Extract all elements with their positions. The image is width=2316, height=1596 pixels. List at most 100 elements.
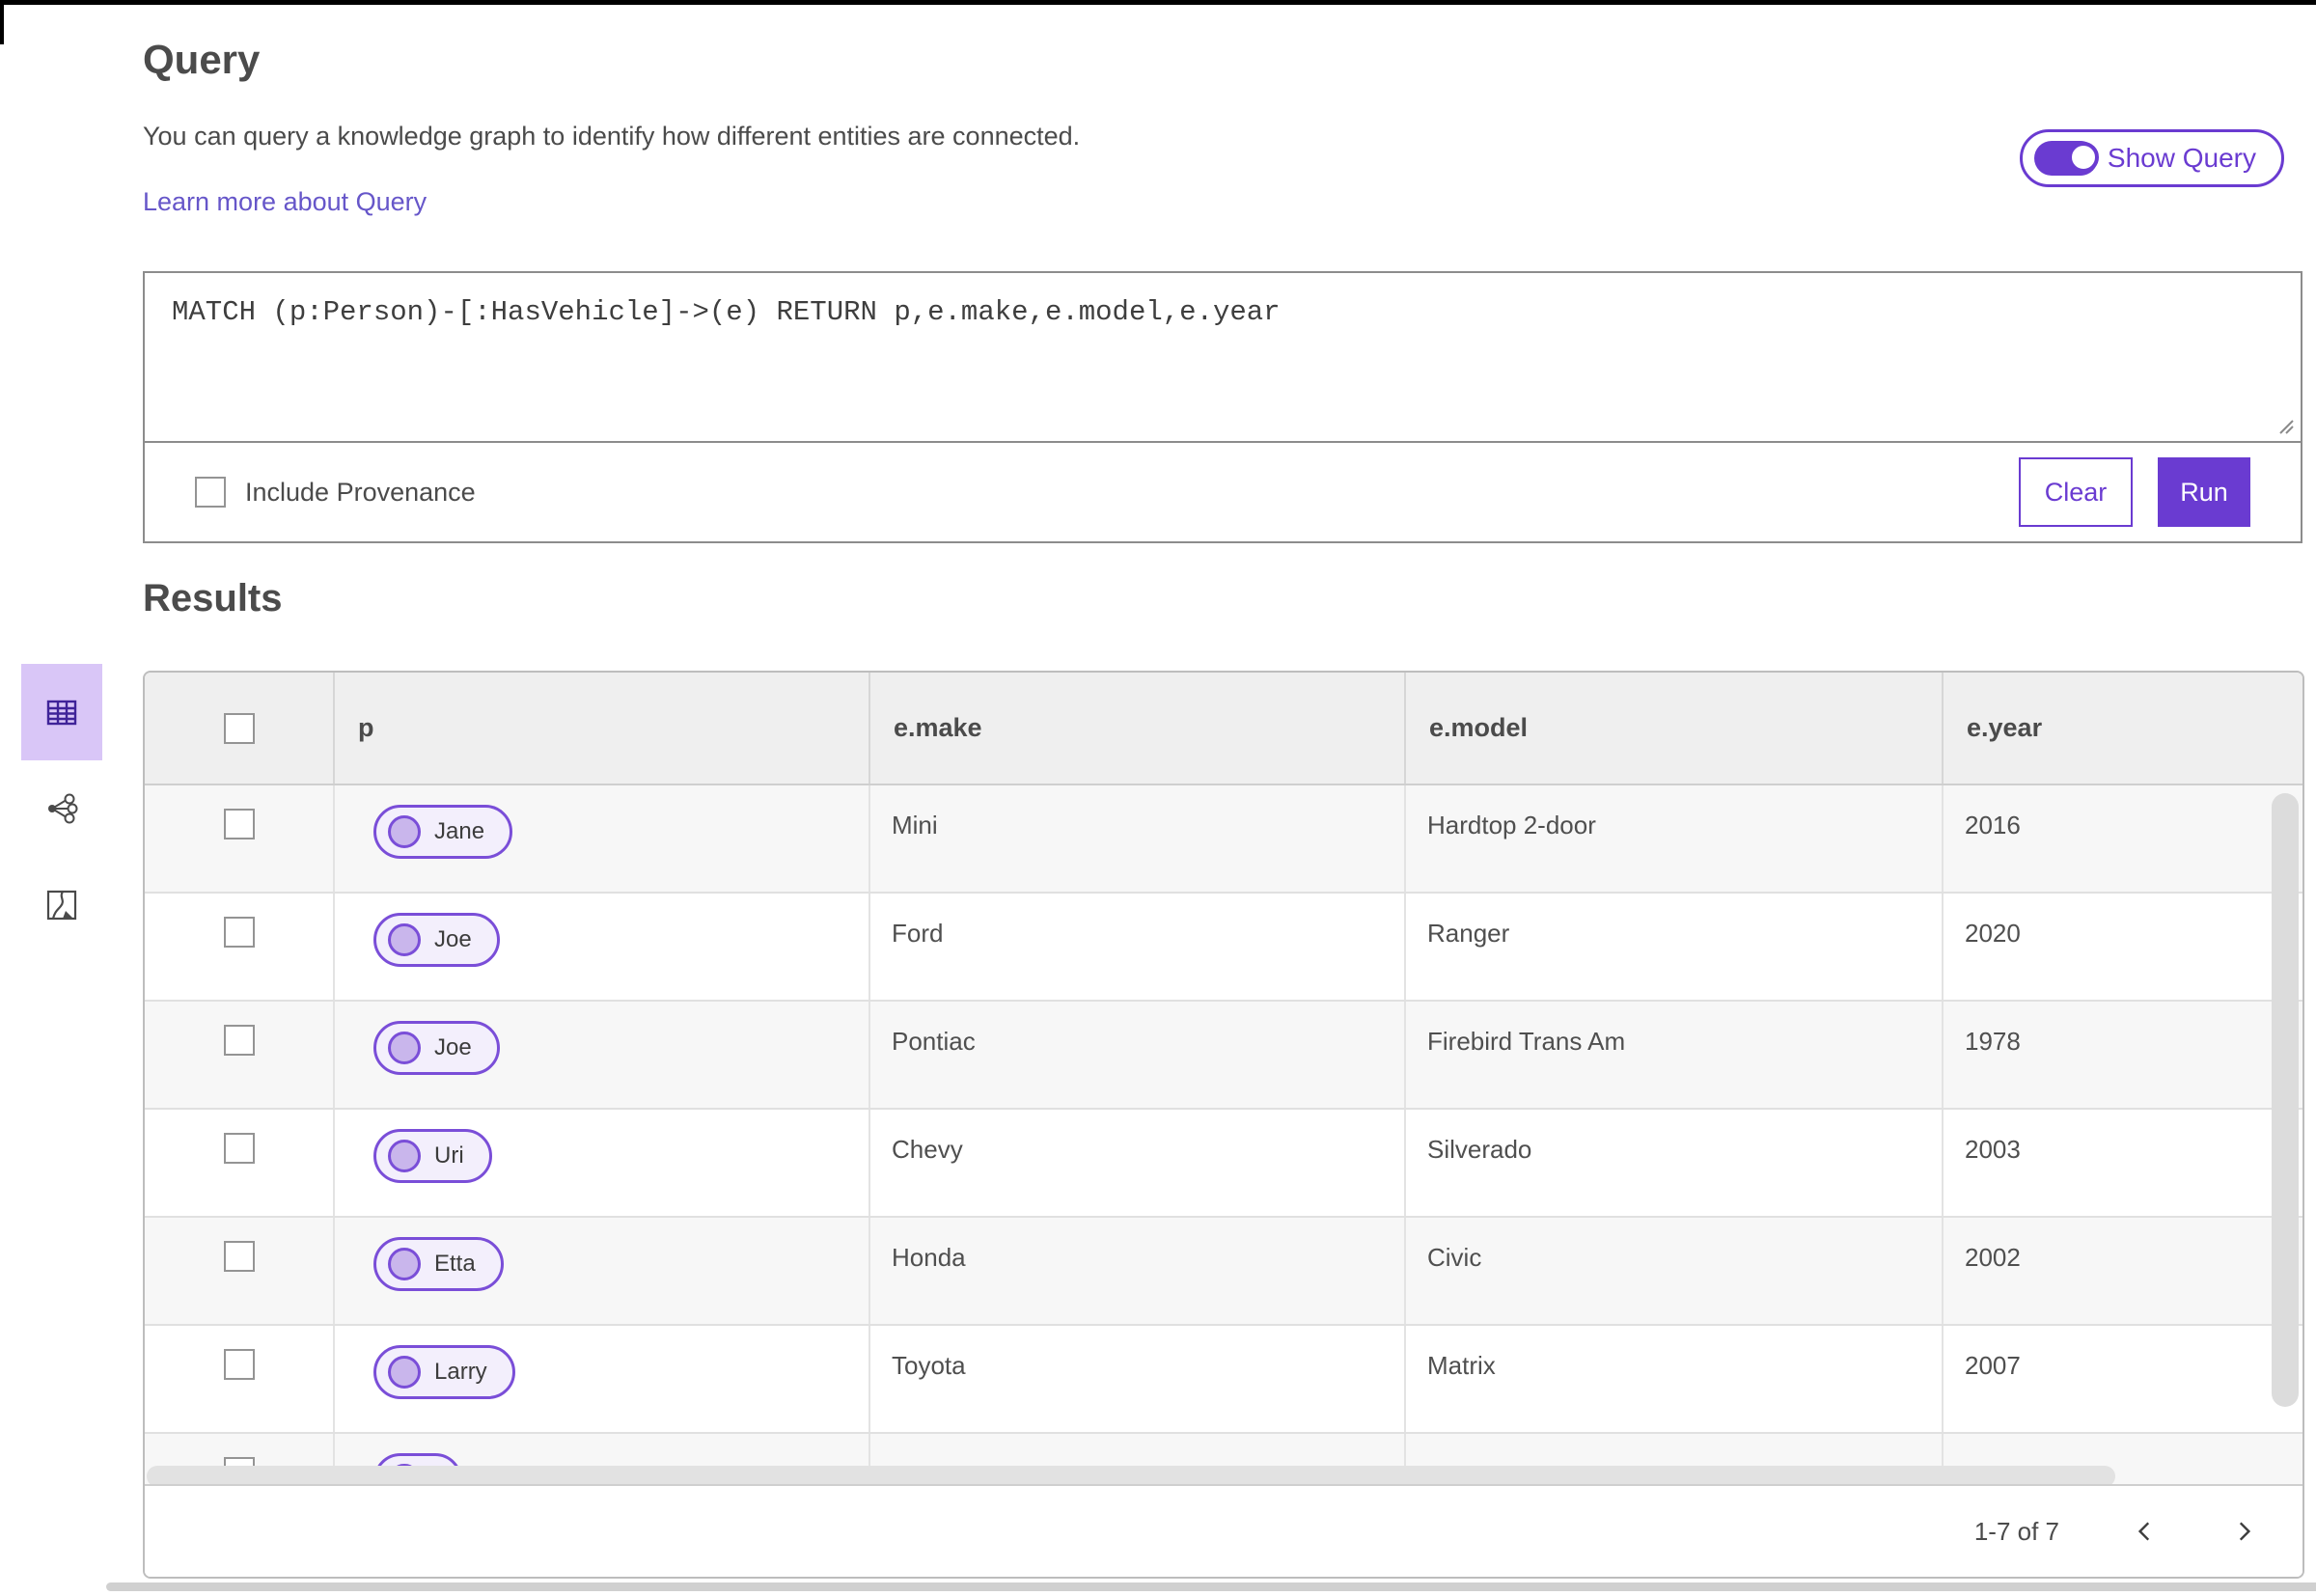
row-checkbox[interactable] [223,917,255,948]
table-row[interactable]: Uri Chevy Silverado 2003 [145,1110,2302,1218]
show-query-toggle[interactable]: Show Query [2019,129,2284,187]
row-checkbox-cell [145,1002,335,1108]
cell-p: Larry [335,1326,870,1432]
query-statement: MATCH (p:Person)-[:HasVehicle]->(e) RETU… [172,296,1281,328]
column-header-e-model[interactable]: e.model [1406,673,1944,784]
entity-name: Jane [434,818,485,844]
cell-e-year: 1978 [1965,1027,2021,1056]
cell-p: Uri [335,1110,870,1216]
previous-page-button[interactable] [2133,1519,2158,1544]
cell-e-model: Silverado [1406,1110,1944,1216]
cell-e-model: Matrix [1406,1326,1944,1432]
cell-e-make: Toyota [870,1326,1406,1432]
row-checkbox-cell [145,1326,335,1432]
page-title: Query [143,37,261,82]
query-panel: MATCH (p:Person)-[:HasVehicle]->(e) RETU… [143,271,2302,543]
cell-e-make: Ford [870,894,1406,1000]
cell-p: Joe [335,1002,870,1108]
cell-e-year: 2003 [1965,1135,2021,1164]
person-entity-pill[interactable]: Jane [373,805,513,859]
cell-p: Etta [335,1218,870,1324]
learn-more-link[interactable]: Learn more about Query [143,187,427,217]
page-description: You can query a knowledge graph to ident… [143,122,1081,151]
person-node-icon [388,923,421,956]
cell-e-make: Honda [870,1218,1406,1324]
table-footer: 1-7 of 7 [145,1484,2302,1577]
person-node-icon [388,1140,421,1172]
cell-e-model: Ranger [1406,894,1944,1000]
toggle-switch-icon[interactable] [2033,141,2099,176]
cell-e-model: Hardtop 2-door [1406,785,1944,892]
row-checkbox[interactable] [223,1025,255,1056]
person-node-icon [388,1356,421,1389]
select-all-cell [145,673,335,784]
row-checkbox[interactable] [223,809,255,839]
row-checkbox-cell [145,894,335,1000]
window-top-edge [0,0,2316,5]
column-header-e-make[interactable]: e.make [870,673,1406,784]
table-header-row: p e.make e.model e.year [145,673,2302,785]
cell-e-make: Pontiac [870,1002,1406,1108]
cell-e-year: 2016 [1965,811,2021,839]
column-header-e-year[interactable]: e.year [1944,673,2302,784]
map-view-icon [46,890,77,921]
knowledge-query-page: Query You can query a knowledge graph to… [0,0,2316,1596]
row-checkbox[interactable] [223,1241,255,1272]
link-chart-view-icon [48,793,78,824]
page-bottom-shadow [106,1582,2316,1591]
row-checkbox-cell [145,785,335,892]
row-checkbox[interactable] [223,1349,255,1380]
cell-e-model: Civic [1406,1218,1944,1324]
cell-e-make: Mini [870,785,1406,892]
cell-p: Joe [335,894,870,1000]
resize-handle-icon[interactable] [2276,417,2296,436]
entity-name: Joe [434,926,472,952]
link-chart-view-tab[interactable] [21,760,102,857]
row-checkbox-cell [145,1218,335,1324]
cell-e-year: 2002 [1965,1243,2021,1272]
entity-name: Larry [434,1359,487,1385]
person-entity-pill[interactable]: Larry [373,1345,515,1399]
results-table: p e.make e.model e.year Jane Mini Hardto… [143,671,2304,1579]
chevron-left-icon [2137,1522,2150,1541]
map-view-tab[interactable] [21,857,102,953]
table-row[interactable]: Joe Pontiac Firebird Trans Am 1978 [145,1002,2302,1110]
row-checkbox-cell [145,1110,335,1216]
person-entity-pill[interactable]: Joe [373,913,500,967]
cell-e-model: Firebird Trans Am [1406,1002,1944,1108]
cell-e-make: Chevy [870,1110,1406,1216]
table-row[interactable]: Joe Ford Ranger 2020 [145,894,2302,1002]
include-provenance-checkbox[interactable] [195,477,226,508]
chevron-right-icon [2239,1522,2251,1541]
person-entity-pill[interactable]: Etta [373,1237,504,1291]
table-row[interactable]: Jane Mini Hardtop 2-door 2016 [145,785,2302,894]
entity-name: Joe [434,1034,472,1060]
clear-button[interactable]: Clear [2019,457,2133,527]
toggle-knob [2067,142,2099,173]
row-checkbox[interactable] [223,1133,255,1164]
window-left-edge [0,0,4,44]
column-header-p[interactable]: p [335,673,870,784]
cell-e-year: 2007 [1965,1351,2021,1380]
results-title: Results [143,577,283,619]
query-footer: Include Provenance Clear Run [145,443,2301,541]
pagination-range: 1-7 of 7 [1973,1516,2059,1546]
person-node-icon [388,1032,421,1064]
cell-p: Jane [335,785,870,892]
next-page-button[interactable] [2231,1519,2256,1544]
query-editor-textarea[interactable]: MATCH (p:Person)-[:HasVehicle]->(e) RETU… [145,273,2301,443]
entity-name: Uri [434,1142,464,1169]
table-row[interactable]: Etta Honda Civic 2002 [145,1218,2302,1326]
entity-name: Etta [434,1251,476,1277]
show-query-label: Show Query [2107,143,2256,173]
select-all-checkbox[interactable] [223,712,255,744]
person-node-icon [388,815,421,848]
include-provenance-label: Include Provenance [245,477,476,507]
table-view-tab[interactable] [21,664,102,760]
cell-e-year: 2020 [1965,919,2021,948]
person-entity-pill[interactable]: Joe [373,1021,500,1075]
run-button[interactable]: Run [2158,457,2250,527]
person-entity-pill[interactable]: Uri [373,1129,492,1183]
table-row[interactable]: Larry Toyota Matrix 2007 [145,1326,2302,1434]
vertical-scrollbar[interactable] [2272,793,2299,1407]
